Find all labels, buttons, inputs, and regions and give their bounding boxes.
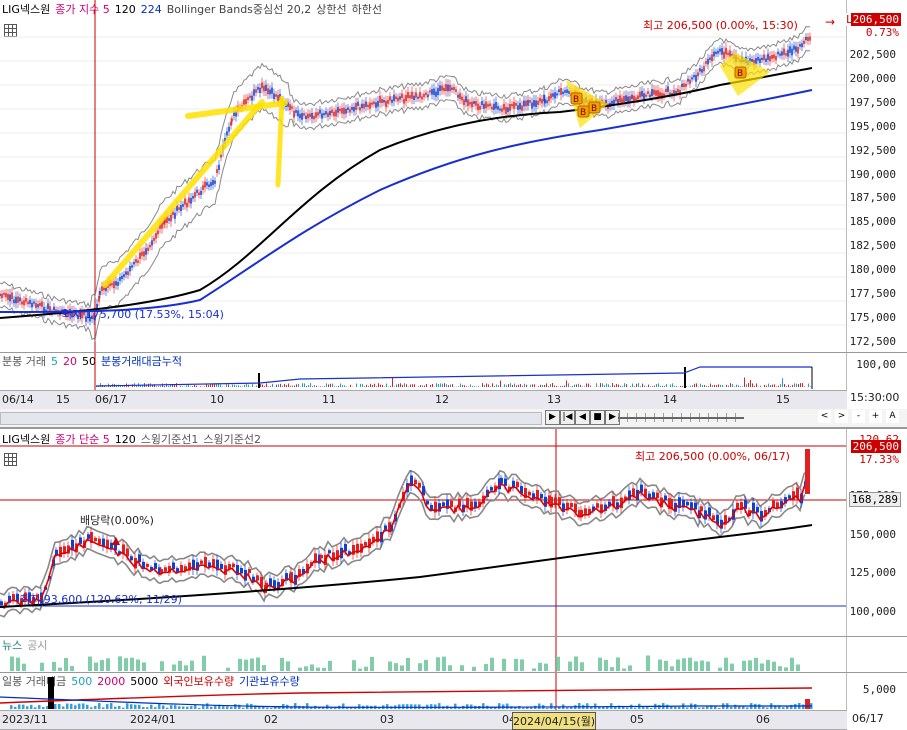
y-tick-label: 202,500: [850, 48, 896, 61]
x-tick-label: 03: [380, 713, 394, 726]
bottom-x-axis: 2023/112024/0102030405062024/04/15(월): [0, 710, 847, 730]
cursor-date-label: 2024/04/15(월): [512, 712, 596, 730]
high-arrow-icon: →: [825, 15, 835, 29]
horizontal-scrollbar[interactable]: [0, 412, 542, 425]
x-tick-label: 12: [435, 393, 449, 406]
daily-volume-y-axis: 5,000: [846, 673, 907, 711]
bottom-chart[interactable]: LIG넥스원종가 단순 5120스윙기준선1스윙기준선2 175,000150,…: [0, 428, 907, 637]
current-price-tag: 206,500: [851, 440, 901, 453]
low-price-annotation: 최저 93,600 (120.62%, 11/29): [20, 591, 182, 607]
zoom-button[interactable]: <: [818, 410, 831, 423]
y-tick-label: 125,000: [850, 566, 896, 579]
y-tick-label: 172,500: [850, 335, 896, 348]
top-volume-y-axis: 100,00: [846, 353, 907, 391]
y-tick-label: 175,000: [850, 311, 896, 324]
bottom-x-end-label: 06/17: [852, 712, 884, 725]
change-pct-tag: 0.73%: [864, 26, 901, 39]
x-tick-label: 10: [210, 393, 224, 406]
zoom-slider-ticks: [618, 413, 744, 422]
y-tick-label: 197,500: [850, 96, 896, 109]
zoom-button[interactable]: >: [835, 410, 848, 423]
top-x-axis: 06/14 15 06/17 10 11 12 13 14 15: [0, 390, 847, 410]
current-price-tag: 206,500: [851, 13, 901, 26]
top-x-time: 15:30:00: [850, 391, 899, 404]
x-tick-label: 11: [322, 393, 336, 406]
y-tick-label: 195,000: [850, 120, 896, 133]
x-tick-label: 15: [56, 393, 70, 406]
top-y-axis: 202,500 200,000 197,500 195,000 192,500 190,0…: [846, 0, 907, 352]
buy-signal-marker: B: [580, 108, 586, 118]
buy-signal-marker: B: [737, 69, 743, 79]
y-tick-label: 150,000: [850, 528, 896, 541]
y-tick-label: 185,000: [850, 215, 896, 228]
x-tick-label: 06/17: [95, 393, 127, 406]
x-tick-label: 05: [630, 713, 644, 726]
x-tick-label: 2024/01: [130, 713, 176, 726]
x-tick-label: 06/14: [2, 393, 34, 406]
news-y-axis: [846, 637, 907, 673]
news-panel[interactable]: 뉴스공시: [0, 636, 907, 673]
high-price-annotation: 최고 206,500 (0.00%, 06/17): [635, 448, 790, 464]
news-canvas: [0, 637, 847, 673]
zoom-button[interactable]: +: [869, 410, 882, 423]
scroll-button[interactable]: |◀: [560, 410, 575, 425]
volume-y-tick: 5,000: [863, 683, 896, 696]
x-tick-label: 2023/11: [2, 713, 48, 726]
y-tick-label: 190,000: [850, 168, 896, 181]
x-tick-label: 15: [776, 393, 790, 406]
buy-signal-marker: B: [573, 95, 579, 105]
low-price-annotation: 최저 175,700 (17.53%, 15:04): [62, 306, 224, 322]
dividend-annotation: 배당락(0.00%): [80, 512, 154, 528]
y-tick-label: 192,500: [850, 144, 896, 157]
buy-signal-marker: B: [591, 104, 597, 114]
y-tick-label: 182,500: [850, 239, 896, 252]
daily-volume-canvas: [0, 673, 847, 711]
y-tick-label: 100,000: [850, 605, 896, 618]
y-tick-label: 200,000: [850, 72, 896, 85]
daily-volume-panel[interactable]: 일봉 거래대금50020005000외국인보유수량기관보유수량 5,000: [0, 672, 907, 711]
y-tick-label: 187,500: [850, 191, 896, 204]
y-tick-label: 177,500: [850, 287, 896, 300]
x-tick-label: 02: [264, 713, 278, 726]
scroll-button[interactable]: ■: [590, 410, 605, 425]
high-price-annotation: 최고 206,500 (0.00%, 15:30): [643, 17, 798, 33]
top-volume-canvas: [0, 353, 847, 391]
x-tick-label: 06: [756, 713, 770, 726]
scroll-button[interactable]: ◀: [575, 410, 590, 425]
volume-y-tick: 100,00: [856, 358, 896, 371]
price-chart-canvas[interactable]: BBBB: [0, 0, 847, 352]
scroll-button[interactable]: ▶: [545, 410, 560, 425]
y-tick-label: 180,000: [850, 263, 896, 276]
bottom-y-axis: 175,000150,000125,000100,000120,62206,50…: [846, 429, 907, 637]
x-tick-label: 13: [547, 393, 561, 406]
x-tick-label: 14: [663, 393, 677, 406]
zoom-button[interactable]: -: [852, 410, 865, 423]
top-volume-panel[interactable]: 분봉 거래52050분봉거래대금누적 100,00: [0, 352, 907, 391]
level-tag: 168,289: [849, 492, 901, 507]
scroll-toolbar: ▶|◀◀■▶ <>-+A: [0, 409, 907, 428]
change-pct-tag: 17.33%: [857, 453, 901, 466]
top-chart[interactable]: LIG넥스원종가 지수 5120224Bollinger Bands중심선 20…: [0, 0, 907, 352]
zoom-button[interactable]: A: [886, 410, 899, 423]
